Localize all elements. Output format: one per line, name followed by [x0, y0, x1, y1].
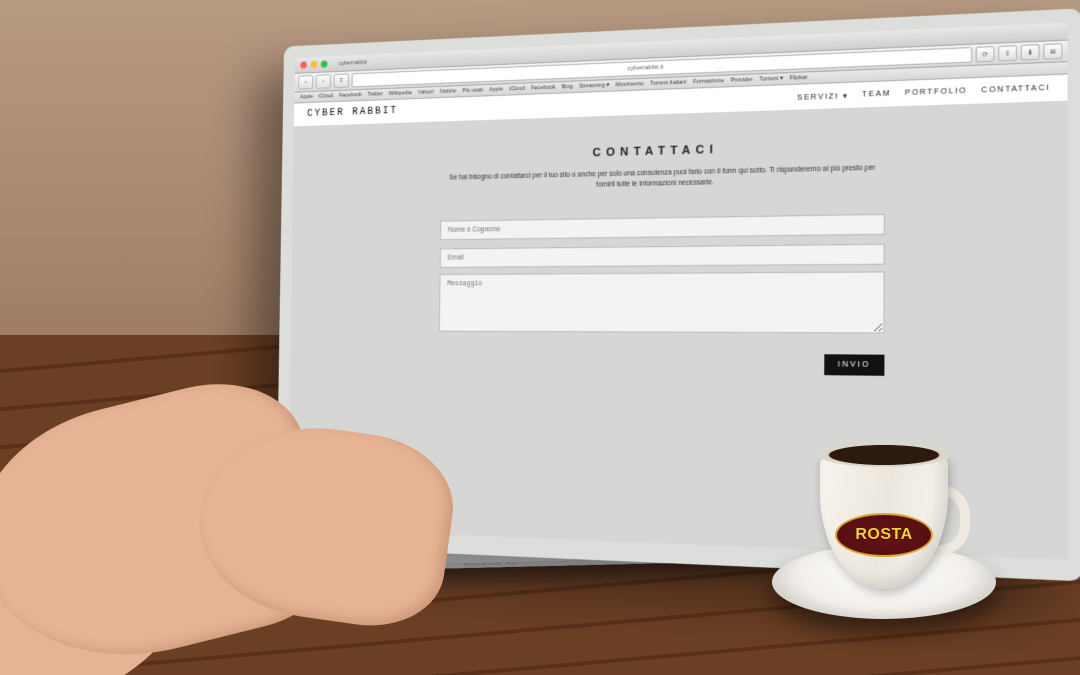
tabs-icon[interactable]: ⊞	[1043, 43, 1062, 60]
zoom-window-icon[interactable]	[321, 60, 328, 67]
site-logo[interactable]: CYBER RABBIT	[307, 106, 398, 120]
bookmark-item[interactable]: Facebook	[339, 92, 362, 99]
bookmark-item[interactable]: iCloud	[509, 86, 525, 93]
laptop-model-label: MacBook Air	[464, 561, 518, 567]
share-icon[interactable]: ⇪	[998, 45, 1017, 61]
scene: MacBook Air cyberrabbit ‹ › ≡ cyberrabbi…	[0, 0, 1080, 675]
bookmark-item[interactable]: Twitter	[367, 91, 383, 98]
cup-brand-text: ROSTA	[855, 526, 912, 544]
nav-contattaci[interactable]: CONTATTACI	[981, 84, 1050, 95]
bookmark-item[interactable]: Torrent Italiani	[650, 79, 687, 87]
bookmark-item[interactable]: Torrent ▾	[759, 76, 783, 83]
bookmark-item[interactable]: Flipkar	[789, 75, 807, 82]
page-intro: Se hai bisogno di contattarci per il tuo…	[441, 163, 885, 194]
page-title: CONTATTACI	[338, 135, 1010, 166]
bookmark-item[interactable]: Streaming ▾	[579, 82, 609, 89]
browser-tab-title[interactable]: cyberrabbit	[339, 59, 367, 66]
site-nav: SERVIZI ▾ TEAM PORTFOLIO CONTATTACI	[797, 84, 1050, 102]
reload-button[interactable]: ⟳	[976, 46, 995, 62]
bookmark-item[interactable]: Apple	[300, 94, 313, 100]
bookmark-item[interactable]: Bing	[562, 84, 573, 91]
bookmark-item[interactable]: Formazione	[693, 78, 724, 86]
reader-button[interactable]: ≡	[334, 73, 349, 88]
bookmark-item[interactable]: Notizie	[440, 88, 457, 95]
bookmark-item[interactable]: Apple	[489, 86, 503, 93]
minimize-window-icon[interactable]	[311, 61, 318, 68]
bookmark-item[interactable]: Facebook	[531, 84, 556, 91]
coffee-cup: ROSTA	[810, 441, 958, 589]
bookmark-item[interactable]: iCloud	[319, 93, 334, 100]
bookmark-item[interactable]: Provider	[731, 77, 753, 84]
name-field[interactable]	[440, 213, 885, 239]
nav-portfolio[interactable]: PORTFOLIO	[905, 87, 967, 98]
bookmark-item[interactable]: Wikipedia	[389, 90, 412, 97]
contact-form: INVIO	[439, 211, 885, 345]
submit-button[interactable]: INVIO	[824, 354, 884, 376]
bookmark-item[interactable]: Yahoo!	[417, 89, 434, 96]
forward-button[interactable]: ›	[316, 74, 331, 89]
downloads-icon[interactable]: ⬇	[1021, 44, 1040, 61]
message-field[interactable]	[439, 271, 885, 333]
back-button[interactable]: ‹	[298, 75, 313, 90]
close-window-icon[interactable]	[300, 61, 307, 68]
nav-team[interactable]: TEAM	[862, 89, 891, 99]
cup-brand-badge: ROSTA	[835, 513, 933, 557]
bookmark-item[interactable]: Movimento	[615, 81, 643, 88]
email-field[interactable]	[440, 243, 885, 267]
cup-rim	[818, 443, 950, 467]
nav-servizi[interactable]: SERVIZI ▾	[797, 91, 848, 102]
bookmark-item[interactable]: Più usati	[462, 87, 483, 94]
